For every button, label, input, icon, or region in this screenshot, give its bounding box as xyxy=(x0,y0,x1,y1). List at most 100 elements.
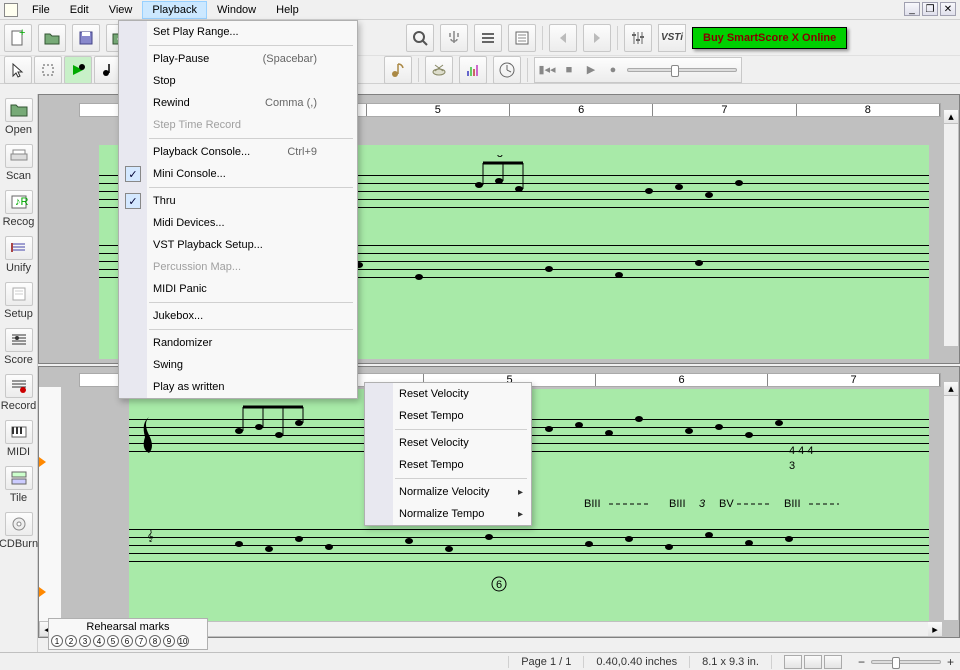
record-button[interactable]: ● xyxy=(605,62,621,78)
menu-item-randomizer[interactable]: Randomizer xyxy=(119,332,357,354)
menu-item-midi-panic[interactable]: MIDI Panic xyxy=(119,278,357,300)
new-document-button[interactable]: + xyxy=(4,24,32,52)
context-item-reset-velocity[interactable]: Reset Velocity xyxy=(365,383,531,405)
ruler-mark: 6 xyxy=(510,104,653,116)
menu-item-midi-devices[interactable]: Midi Devices... xyxy=(119,212,357,234)
sidebar-setup[interactable]: Setup xyxy=(2,280,36,322)
sidebar-scan[interactable]: Scan xyxy=(2,142,36,184)
pan-button[interactable] xyxy=(440,24,468,52)
view-page-button[interactable] xyxy=(508,24,536,52)
view-mode-3-button[interactable] xyxy=(824,655,842,669)
insert-note-button[interactable] xyxy=(64,56,92,84)
rehearsal-mark-7[interactable]: 7 xyxy=(135,635,147,647)
play-button[interactable]: ▶ xyxy=(583,62,599,78)
rehearsal-mark-2[interactable]: 2 xyxy=(65,635,77,647)
context-item-normalize-tempo[interactable]: Normalize Tempo▸ xyxy=(365,503,531,525)
rehearsal-marks-panel[interactable]: Rehearsal marks 12345678910 xyxy=(48,618,208,650)
menu-edit[interactable]: Edit xyxy=(60,1,99,19)
vertical-scrollbar[interactable]: ▴ xyxy=(943,381,959,621)
tempo-button[interactable] xyxy=(493,56,521,84)
menu-item-jukebox[interactable]: Jukebox... xyxy=(119,305,357,327)
close-button[interactable]: ✕ xyxy=(940,2,956,16)
sidebar-cdburn[interactable]: CDBurn xyxy=(2,510,36,552)
scanner-icon xyxy=(5,144,33,168)
stop-button[interactable]: ■ xyxy=(561,62,577,78)
sidebar-record[interactable]: Record xyxy=(2,372,36,414)
playback-menu: Set Play Range... Play-Pause(Spacebar)Sto… xyxy=(118,20,358,399)
vst-button[interactable]: VSTi xyxy=(658,24,686,52)
ruler-mark: 7 xyxy=(768,374,940,386)
menu-item-percussion-map: Percussion Map... xyxy=(119,256,357,278)
rehearsal-mark-5[interactable]: 5 xyxy=(107,635,119,647)
vertical-scrollbar[interactable]: ▴ xyxy=(943,109,959,347)
music-note-tool-button[interactable] xyxy=(384,56,412,84)
sidebar-score[interactable]: Score xyxy=(2,326,36,368)
menu-item-step-time-record: Step Time Record xyxy=(119,114,357,136)
sidebar-midi[interactable]: MIDI xyxy=(2,418,36,460)
sidebar-recog[interactable]: ♪RRecog xyxy=(2,188,36,230)
menu-item-playback-console[interactable]: Playback Console...Ctrl+9 xyxy=(119,141,357,163)
ruler-mark: 7 xyxy=(653,104,796,116)
rehearsal-mark-6[interactable]: 6 xyxy=(121,635,133,647)
menu-item-play-as-written[interactable]: Play as written xyxy=(119,376,357,398)
scroll-up-icon[interactable]: ▴ xyxy=(944,110,958,124)
minimize-button[interactable]: _ xyxy=(904,2,920,16)
view-list-button[interactable] xyxy=(474,24,502,52)
rehearsal-mark-9[interactable]: 9 xyxy=(163,635,175,647)
record-icon xyxy=(5,374,33,398)
save-button[interactable] xyxy=(72,24,100,52)
prev-page-button[interactable] xyxy=(549,24,577,52)
menu-window[interactable]: Window xyxy=(207,1,266,19)
svg-text:6: 6 xyxy=(496,579,502,591)
equalizer-button[interactable] xyxy=(459,56,487,84)
rehearsal-mark-4[interactable]: 4 xyxy=(93,635,105,647)
menu-item-swing[interactable]: Swing xyxy=(119,354,357,376)
view-mode-2-button[interactable] xyxy=(804,655,822,669)
menu-view[interactable]: View xyxy=(99,1,143,19)
next-page-button[interactable] xyxy=(583,24,611,52)
view-mode-1-button[interactable] xyxy=(784,655,802,669)
menu-item-stop[interactable]: Stop xyxy=(119,70,357,92)
rehearsal-mark-1[interactable]: 1 xyxy=(51,635,63,647)
menu-file[interactable]: File xyxy=(22,1,60,19)
context-item-normalize-velocity[interactable]: Normalize Velocity▸ xyxy=(365,481,531,503)
zoom-in-button[interactable]: + xyxy=(947,655,954,669)
restore-button[interactable]: ❐ xyxy=(922,2,938,16)
menu-item-thru[interactable]: Thru✓ xyxy=(119,190,357,212)
scroll-up-icon[interactable]: ▴ xyxy=(944,382,958,396)
position-slider[interactable] xyxy=(627,68,737,72)
rehearsal-mark-8[interactable]: 8 xyxy=(149,635,161,647)
context-item-reset-tempo[interactable]: Reset Tempo xyxy=(365,454,531,476)
zoom-button[interactable] xyxy=(406,24,434,52)
marquee-select-button[interactable] xyxy=(34,56,62,84)
menu-separator xyxy=(149,187,353,188)
buy-online-banner[interactable]: Buy SmartScore X Online xyxy=(692,27,847,49)
menu-item-rewind[interactable]: RewindComma (,) xyxy=(119,92,357,114)
ruler-mark: 6 xyxy=(596,374,768,386)
zoom-out-button[interactable]: − xyxy=(858,655,865,669)
context-item-reset-velocity[interactable]: Reset Velocity xyxy=(365,432,531,454)
sidebar-open[interactable]: Open xyxy=(2,96,36,138)
menu-item-mini-console[interactable]: Mini Console...✓ xyxy=(119,163,357,185)
menu-separator xyxy=(149,138,353,139)
rehearsal-mark-3[interactable]: 3 xyxy=(79,635,91,647)
svg-text:+: + xyxy=(19,29,25,39)
sidebar-tile[interactable]: Tile xyxy=(2,464,36,506)
menu-playback[interactable]: Playback xyxy=(142,1,207,19)
context-item-reset-tempo[interactable]: Reset Tempo xyxy=(365,405,531,427)
rehearsal-mark-10[interactable]: 10 xyxy=(177,635,189,647)
menu-item-vst-playback-setup[interactable]: VST Playback Setup... xyxy=(119,234,357,256)
zoom-slider[interactable] xyxy=(871,660,941,664)
open-folder-button[interactable] xyxy=(38,24,66,52)
scroll-right-icon[interactable]: ▸ xyxy=(928,622,942,636)
selection-arrow-button[interactable] xyxy=(4,56,32,84)
drum-tool-button[interactable] xyxy=(425,56,453,84)
menu-help[interactable]: Help xyxy=(266,1,309,19)
svg-text:3: 3 xyxy=(699,498,706,510)
menu-item-set-play-range[interactable]: Set Play Range... xyxy=(119,21,357,43)
mixer-button[interactable] xyxy=(624,24,652,52)
sidebar-unify[interactable]: Unify xyxy=(2,234,36,276)
menu-item-play-pause[interactable]: Play-Pause(Spacebar) xyxy=(119,48,357,70)
rewind-start-button[interactable]: ▮◂◂ xyxy=(539,62,555,78)
svg-text:BV: BV xyxy=(719,498,734,510)
